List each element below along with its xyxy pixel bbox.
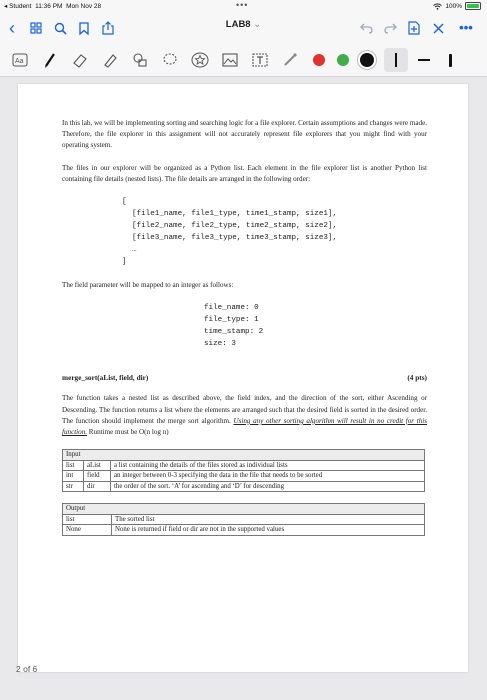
- page-content: In this lab, we will be implementing sor…: [62, 118, 427, 536]
- multitasking-dots[interactable]: •••: [236, 0, 248, 10]
- table-cell: the order of the sort. ‘A’ for ascending…: [110, 480, 425, 493]
- share-icon[interactable]: [98, 18, 118, 38]
- table-cell: str: [62, 480, 84, 493]
- read-only-mode-icon[interactable]: Aa: [10, 50, 30, 70]
- table-row: str dir the order of the sort. ‘A’ for a…: [62, 480, 425, 493]
- date-label: Mon Nov 28: [66, 3, 102, 10]
- undo-icon[interactable]: [356, 18, 376, 38]
- code-line: [file1_name, file1_type, time1_stamp, si…: [132, 210, 338, 219]
- field-mapping-intro: The field parameter will be mapped to an…: [62, 281, 234, 290]
- color-red-swatch[interactable]: [309, 50, 329, 70]
- add-page-icon[interactable]: [404, 18, 424, 38]
- back-chevron-icon[interactable]: ‹: [2, 18, 22, 38]
- runtime-requirement: Runtime must be O(n log n): [87, 428, 169, 437]
- code-line: [file3_name, file3_type, time3_stamp, si…: [132, 234, 338, 243]
- table-cell: int: [62, 470, 84, 482]
- input-table-header: Input: [62, 449, 425, 461]
- table-cell: aList: [83, 459, 111, 472]
- mapping-line: file_name: 0: [204, 304, 259, 313]
- files-description-paragraph: The files in our explorer will be organi…: [62, 163, 427, 183]
- document-page[interactable]: In this lab, we will be implementing sor…: [18, 84, 468, 672]
- pen-tool-icon[interactable]: [40, 50, 60, 70]
- svg-text:Aa: Aa: [15, 58, 24, 65]
- shapes-tool-icon[interactable]: [130, 50, 150, 70]
- text-box-icon[interactable]: [250, 50, 270, 70]
- mapping-line: file_type: 1: [204, 316, 259, 325]
- table-cell: None: [62, 524, 112, 536]
- image-insert-icon[interactable]: [220, 50, 240, 70]
- stroke-thin-option[interactable]: [384, 48, 408, 72]
- table-row: list The sorted list: [62, 513, 425, 526]
- table-cell: list: [62, 513, 112, 526]
- tools-bar: Aa: [0, 44, 487, 77]
- battery-percent: 100%: [445, 2, 462, 10]
- table-cell: None is returned if field or dir are not…: [111, 524, 425, 536]
- eraser-icon[interactable]: [70, 50, 90, 70]
- input-table: Input list aList a list containing the d…: [62, 449, 425, 493]
- document-title-text[interactable]: LAB8: [226, 19, 251, 30]
- table-cell: list: [62, 459, 84, 472]
- table-row: list aList a list containing the details…: [62, 459, 425, 472]
- status-left: ◂ Student 11:36 PM Mon Nov 28: [4, 2, 101, 10]
- clock: 11:36 PM: [35, 3, 63, 10]
- highlighter-icon[interactable]: [100, 50, 120, 70]
- table-row: None None is returned if field or dir ar…: [62, 524, 425, 536]
- sticker-star-icon[interactable]: [190, 50, 210, 70]
- thumbnail-grid-icon[interactable]: [26, 18, 46, 38]
- table-cell: field: [83, 470, 111, 482]
- code-open-bracket: [: [122, 198, 127, 207]
- code-close-bracket: ]: [122, 258, 127, 267]
- status-bar: ◂ Student 11:36 PM Mon Nov 28 ••• 100%: [0, 0, 487, 12]
- page-indicator: 2 of 6: [16, 664, 38, 674]
- color-green-swatch[interactable]: [333, 50, 353, 70]
- mapping-line: time_stamp: 2: [204, 328, 264, 337]
- lasso-tool-icon[interactable]: [160, 50, 180, 70]
- laser-pointer-icon[interactable]: [280, 50, 300, 70]
- code-ellipsis: …: [132, 246, 137, 255]
- function-signature: merge_sort(aList, field, dir): [62, 373, 149, 383]
- field-mapping-code-block: file_name: 0 file_type: 1 time_stamp: 2 …: [204, 302, 427, 350]
- output-table: Output list The sorted list None None is…: [62, 503, 425, 536]
- function-heading: merge_sort(aList, field, dir) (4 pts): [62, 372, 427, 383]
- code-line: [file2_name, file2_type, time2_stamp, si…: [132, 222, 338, 231]
- table-cell: dir: [83, 480, 111, 493]
- table-cell: an integer between 0-3 specifying the da…: [110, 470, 425, 482]
- nav-bar: ‹ LAB8 ⌄ •••: [0, 12, 487, 44]
- more-options-icon[interactable]: •••: [456, 17, 476, 37]
- function-description: The function takes a nested list as desc…: [62, 393, 427, 438]
- close-icon[interactable]: [428, 18, 448, 38]
- output-table-header: Output: [62, 503, 425, 515]
- nested-list-code-block: [ [file1_name, file1_type, time1_stamp, …: [122, 196, 427, 268]
- table-cell: The sorted list: [111, 513, 425, 526]
- table-cell: a list containing the details of the fil…: [110, 459, 425, 472]
- bookmark-icon[interactable]: [74, 18, 94, 38]
- wifi-icon: [433, 2, 443, 10]
- table-row: int field an integer between 0-3 specify…: [62, 470, 425, 482]
- stroke-thick-option[interactable]: [440, 50, 460, 70]
- status-right: 100%: [433, 2, 481, 10]
- title-chevron-down-icon[interactable]: ⌄: [253, 19, 261, 30]
- search-icon[interactable]: [50, 18, 70, 38]
- stroke-medium-option[interactable]: [414, 50, 434, 70]
- redo-icon[interactable]: [380, 18, 400, 38]
- color-black-swatch-selected[interactable]: [357, 50, 377, 70]
- battery-icon: [465, 2, 481, 10]
- intro-paragraph: In this lab, we will be implementing sor…: [62, 119, 427, 150]
- carrier-label: ◂ Student: [4, 3, 32, 10]
- mapping-line: size: 3: [204, 340, 236, 349]
- function-points: (4 pts): [407, 373, 427, 383]
